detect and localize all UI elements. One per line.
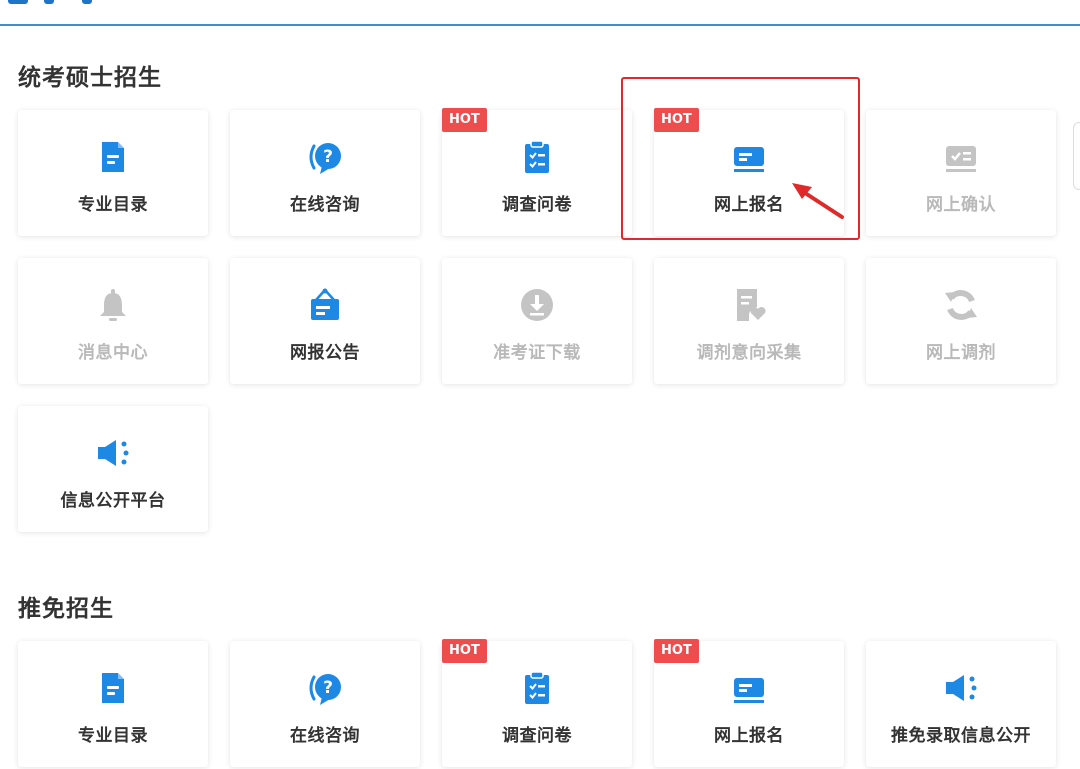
megaphone-icon	[942, 669, 980, 707]
hot-badge: HOT	[442, 108, 487, 132]
download-icon	[518, 286, 556, 324]
card-message-center[interactable]: 消息中心	[18, 258, 208, 384]
card-label: 消息中心	[78, 343, 148, 363]
card-label: 推免录取信息公开	[891, 726, 1031, 746]
hot-badge: HOT	[654, 639, 699, 663]
section-title-unified-exam: 统考硕士招生	[18, 65, 162, 91]
notice-board-icon	[306, 286, 344, 324]
header-divider	[0, 24, 1080, 26]
card-label: 专业目录	[78, 726, 148, 746]
card-label: 调查问卷	[502, 726, 572, 746]
question-chat-icon: ?	[306, 669, 344, 707]
document-icon	[94, 138, 132, 176]
page: 统考硕士招生 专业目录 ? 在线咨询 HOT 调查问卷 HOT 网上报名 网上确…	[0, 0, 1080, 769]
card-admission-ticket-download[interactable]: 准考证下载	[442, 258, 632, 384]
document-heart-icon	[730, 286, 768, 324]
card-online-consult[interactable]: ? 在线咨询	[230, 641, 420, 767]
section-title-recommended-exemption: 推免招生	[18, 596, 114, 622]
card-label: 网上调剂	[926, 343, 996, 363]
card-label: 在线咨询	[290, 726, 360, 746]
megaphone-icon	[94, 434, 132, 472]
card-adjustment-intent[interactable]: 调剂意向采集	[654, 258, 844, 384]
clipboard-checklist-icon	[518, 669, 556, 707]
card-online-registration[interactable]: HOT 网上报名	[654, 108, 844, 236]
top-logo-fragment	[0, 0, 110, 6]
card-label: 专业目录	[78, 195, 148, 215]
hot-badge: HOT	[442, 639, 487, 663]
card-label: 网上报名	[714, 726, 784, 746]
side-floating-tab[interactable]	[1073, 122, 1080, 190]
card-label: 准考证下载	[493, 343, 581, 363]
card-survey[interactable]: HOT 调查问卷	[442, 108, 632, 236]
card-survey[interactable]: HOT 调查问卷	[442, 639, 632, 767]
card-major-catalog[interactable]: 专业目录	[18, 110, 208, 236]
card-label: 信息公开平台	[60, 491, 166, 511]
card-check-icon	[942, 138, 980, 176]
document-icon	[94, 669, 132, 707]
card-label: 网报公告	[290, 343, 360, 363]
svg-text:?: ?	[323, 678, 333, 698]
card-info-disclosure-platform[interactable]: 信息公开平台	[18, 406, 208, 532]
card-form-icon	[730, 669, 768, 707]
card-major-catalog[interactable]: 专业目录	[18, 641, 208, 767]
card-exemption-admission-disclosure[interactable]: 推免录取信息公开	[866, 641, 1056, 767]
card-online-consult[interactable]: ? 在线咨询	[230, 110, 420, 236]
hot-badge: HOT	[654, 108, 699, 132]
card-online-registration[interactable]: HOT 网上报名	[654, 639, 844, 767]
bell-icon	[94, 286, 132, 324]
card-label: 调查问卷	[502, 195, 572, 215]
card-label: 网上确认	[926, 195, 996, 215]
card-label: 网上报名	[714, 195, 784, 215]
refresh-icon	[942, 286, 980, 324]
question-chat-icon: ?	[306, 138, 344, 176]
card-form-icon	[730, 138, 768, 176]
card-online-adjustment[interactable]: 网上调剂	[866, 258, 1056, 384]
card-label: 调剂意向采集	[696, 343, 802, 363]
card-registration-notice[interactable]: 网报公告	[230, 258, 420, 384]
svg-text:?: ?	[323, 147, 333, 167]
card-label: 在线咨询	[290, 195, 360, 215]
clipboard-checklist-icon	[518, 138, 556, 176]
card-online-confirmation[interactable]: 网上确认	[866, 110, 1056, 236]
